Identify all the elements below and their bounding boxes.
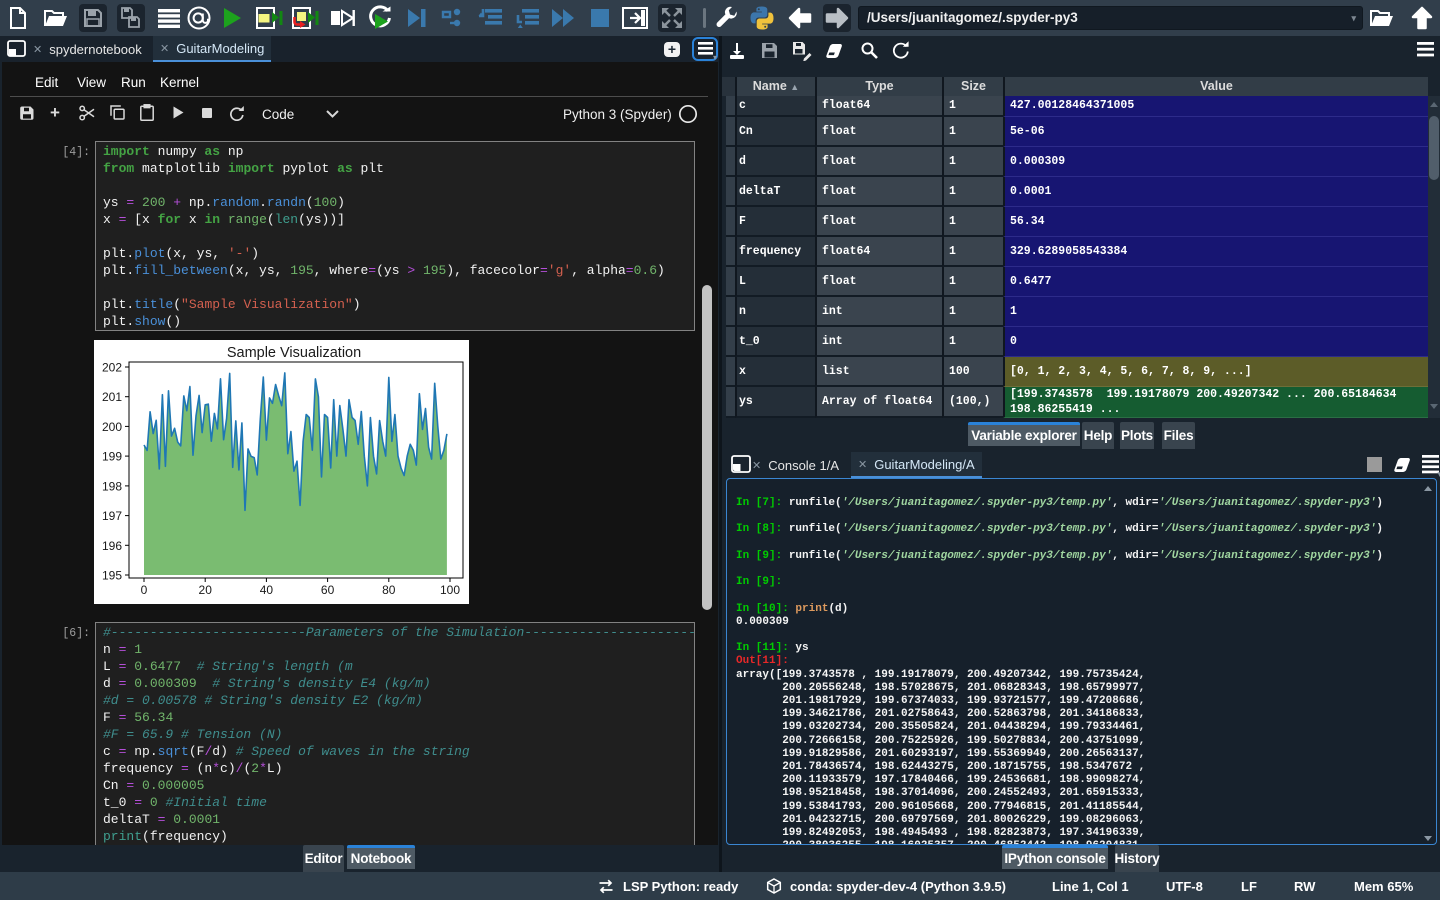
svg-text:197: 197 (102, 509, 122, 523)
svg-text:202: 202 (102, 361, 122, 375)
svg-text:198: 198 (102, 479, 122, 493)
svg-text:60: 60 (321, 583, 335, 597)
svg-text:196: 196 (102, 539, 122, 553)
svg-text:195: 195 (102, 569, 122, 583)
svg-text:20: 20 (199, 583, 213, 597)
svg-text:100: 100 (440, 583, 460, 597)
svg-text:Sample Visualization: Sample Visualization (227, 345, 361, 361)
svg-text:80: 80 (382, 583, 396, 597)
svg-text:199: 199 (102, 450, 122, 464)
svg-text:201: 201 (102, 390, 122, 404)
svg-text:200: 200 (102, 420, 122, 434)
svg-text:40: 40 (260, 583, 274, 597)
svg-text:0: 0 (141, 583, 148, 597)
